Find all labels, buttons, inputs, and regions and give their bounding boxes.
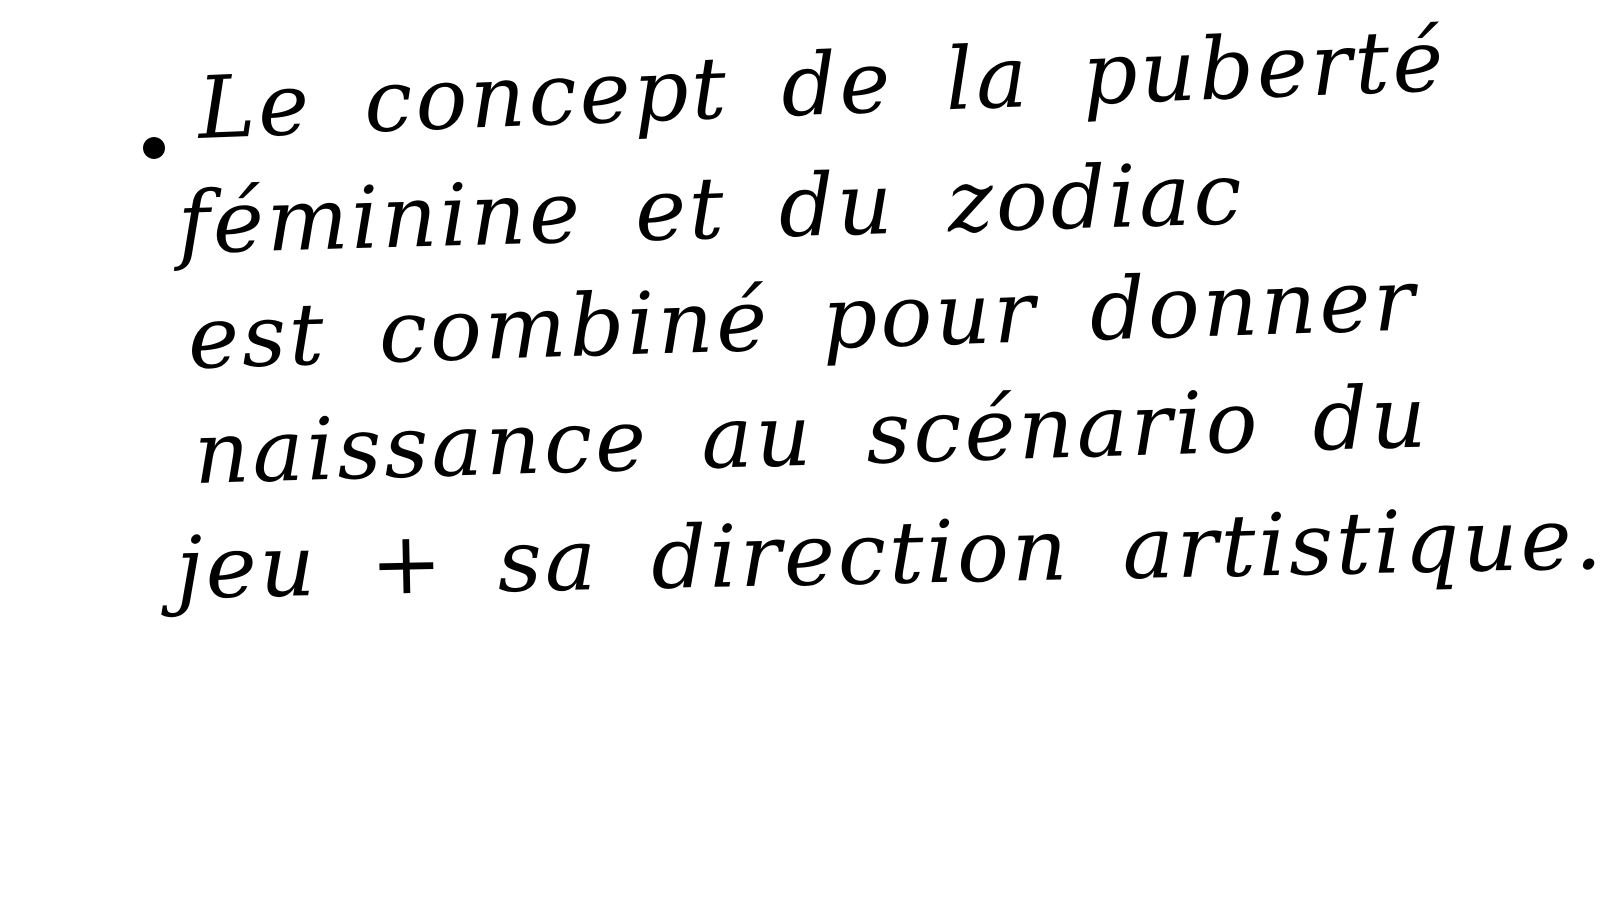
handwritten-note-page: Le concept de la puberté féminine et du … — [0, 0, 1600, 900]
handwritten-paragraph: Le concept de la puberté féminine et du … — [170, 11, 1600, 627]
bullet-point — [143, 137, 165, 159]
